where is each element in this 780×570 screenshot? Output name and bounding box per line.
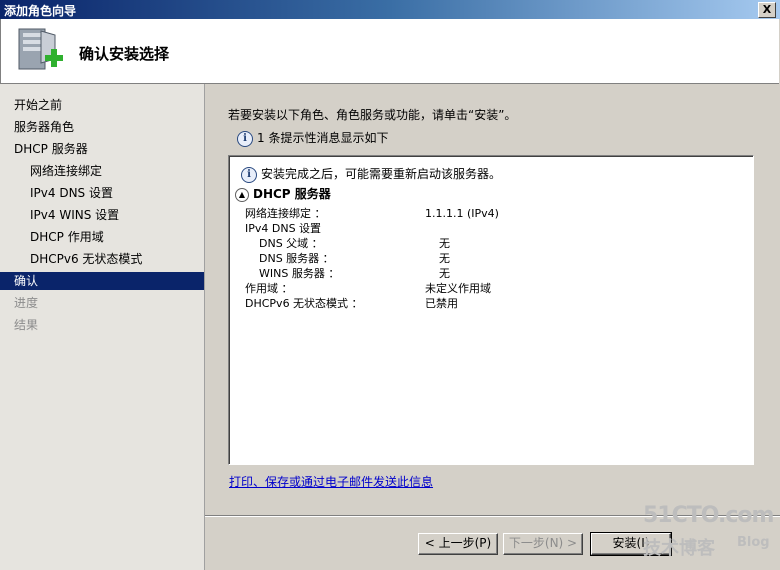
print-save-email-link[interactable]: 打印、保存或通过电子邮件发送此信息 — [229, 473, 433, 490]
section-dhcp-server[interactable]: ▲ DHCP 服务器 — [235, 185, 331, 202]
main-content: 若要安装以下角色、角色服务或功能，请单击“安装”。 i1 条提示性消息显示如下 … — [205, 84, 780, 514]
restart-note: i 安装完成之后，可能需要重新启动该服务器。 — [241, 165, 501, 183]
server-add-icon — [18, 28, 63, 70]
row-label: DNS 服务器 ： — [259, 252, 334, 265]
previous-button[interactable]: < 上一步(P) — [418, 533, 498, 555]
step-ipv4-dns[interactable]: IPv4 DNS 设置 — [30, 184, 113, 202]
close-button[interactable]: X — [758, 2, 776, 18]
restart-note-text: 安装完成之后，可能需要重新启动该服务器。 — [261, 167, 502, 181]
watermark-site: 51CTO.com — [643, 503, 774, 528]
row-label: IPv4 DNS 设置 — [245, 222, 322, 235]
confirmation-details-panel[interactable]: i 安装完成之后，可能需要重新启动该服务器。 ▲ DHCP 服务器 网络连接绑定 ：… — [228, 155, 754, 465]
row-value: 未定义作用域 — [425, 282, 491, 295]
info-icon: i — [237, 130, 253, 147]
step-before-you-begin[interactable]: 开始之前 — [14, 96, 62, 114]
section-title: DHCP 服务器 — [253, 187, 331, 201]
row-value: 无 — [439, 252, 450, 265]
row-value: 1.1.1.1 (IPv4) — [425, 207, 499, 220]
step-network-binding[interactable]: 网络连接绑定 — [30, 162, 102, 180]
step-progress: 进度 — [14, 296, 39, 310]
row-value: 已禁用 — [425, 297, 458, 310]
intro-text: 若要安装以下角色、角色服务或功能，请单击“安装”。 — [228, 108, 517, 122]
step-server-roles[interactable]: 服务器角色 — [14, 118, 74, 136]
info-icon: i — [241, 166, 257, 183]
row-value: 无 — [439, 237, 450, 250]
step-dhcp-server[interactable]: DHCP 服务器 — [14, 140, 88, 158]
row-value: 无 — [439, 267, 450, 280]
title-bar: 添加角色向导 X — [0, 0, 780, 19]
watermark-blog-en: Blog — [737, 535, 770, 550]
wizard-header: 确认安装选择 — [0, 19, 779, 84]
watermark-blog: 技术博客 — [643, 538, 715, 559]
collapse-chevron-icon[interactable]: ▲ — [235, 187, 249, 202]
row-label: 网络连接绑定 ： — [245, 207, 326, 220]
message-count-text: 1 条提示性消息显示如下 — [257, 131, 389, 145]
step-dhcpv6-stateless[interactable]: DHCPv6 无状态模式 — [30, 250, 142, 268]
message-count: i 1 条提示性消息显示如下 — [237, 129, 388, 147]
row-label: WINS 服务器 ： — [259, 267, 340, 280]
next-button: 下一步(N) > — [503, 533, 583, 555]
row-label: DNS 父域 ： — [259, 237, 323, 250]
step-confirmation[interactable]: 确认 — [0, 272, 204, 290]
wizard-steps-sidebar: 开始之前 服务器角色 DHCP 服务器 网络连接绑定 IPv4 DNS 设置 I… — [0, 84, 205, 570]
row-label: 作用域 ： — [245, 282, 293, 295]
row-label: DHCPv6 无状态模式 ： — [245, 297, 363, 310]
window-title: 添加角色向导 — [4, 4, 77, 18]
step-results: 结果 — [14, 318, 39, 332]
step-ipv4-wins[interactable]: IPv4 WINS 设置 — [30, 206, 119, 224]
page-title: 确认安装选择 — [79, 45, 170, 63]
step-dhcp-scope[interactable]: DHCP 作用域 — [30, 228, 104, 246]
